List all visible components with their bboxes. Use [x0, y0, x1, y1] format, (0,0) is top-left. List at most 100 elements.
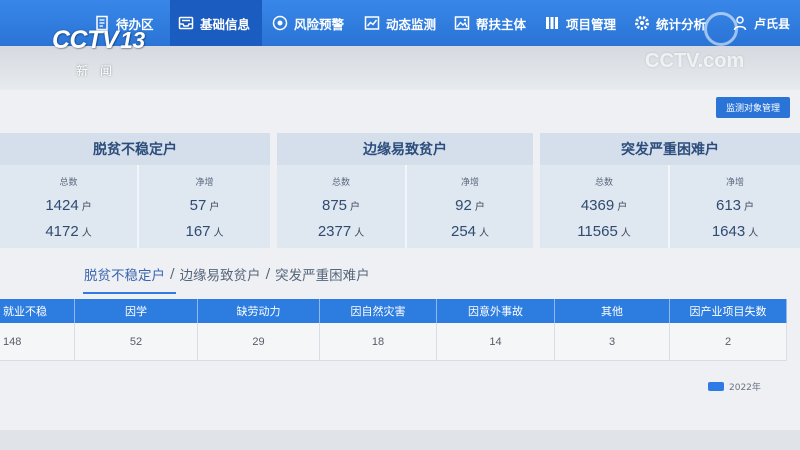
cause-table: 就业不稳 因学 缺劳动力 因自然灾害 因意外事故 其他 因产业项目失数 148 … — [0, 299, 787, 361]
panel-title: 边缘易致贫户 — [277, 133, 533, 165]
total-persons: 11565 人 — [540, 221, 668, 240]
value: 92 — [455, 197, 472, 214]
nav-label: 动态监测 — [386, 16, 437, 32]
total-column: 总数 1424 户 4172 人 — [0, 165, 137, 248]
net-persons: 254 人 — [407, 221, 533, 240]
total-label: 总数 — [594, 178, 613, 188]
column-header: 因产业项目失数 — [670, 299, 787, 323]
value: 2377 — [317, 223, 352, 240]
table-cell: 18 — [320, 323, 437, 361]
value: 1643 — [711, 223, 746, 240]
value: 1424 — [45, 197, 79, 214]
unit: 户 — [474, 202, 485, 213]
unit: 人 — [213, 228, 224, 239]
channel-number: 13 — [120, 27, 145, 53]
panel-body: 总数 4369 户 11565 人 净增 613 户 1643 人 — [540, 165, 800, 248]
column-header: 因意外事故 — [437, 299, 555, 323]
net-persons: 1643 人 — [670, 221, 800, 240]
unit: 户 — [81, 202, 92, 213]
column-header: 其他 — [555, 299, 670, 323]
panel-title: 突发严重困难户 — [540, 133, 800, 165]
summary-panel-unstable: 脱贫不稳定户 总数 1424 户 4172 人 净增 57 户 167 人 — [0, 133, 270, 248]
warning-icon — [272, 15, 288, 31]
table-cell: 14 — [437, 323, 555, 361]
value: 167 — [185, 223, 211, 240]
unit: 户 — [617, 202, 628, 213]
total-column: 总数 4369 户 11565 人 — [540, 165, 668, 248]
nav-item-basic-info[interactable]: 基础信息 — [170, 0, 262, 46]
legend-label: 2022年 — [729, 383, 761, 393]
summary-panel-sudden: 突发严重困难户 总数 4369 户 11565 人 净增 613 户 1643 人 — [540, 133, 800, 248]
tab-sudden[interactable]: 突发严重困难户 — [275, 264, 370, 284]
net-column: 净增 613 户 1643 人 — [668, 165, 800, 248]
site-logo-mark — [704, 12, 738, 46]
nav-item-dynamic-monitor[interactable]: 动态监测 — [356, 0, 446, 46]
net-households: 92 户 — [407, 195, 533, 214]
unit: 户 — [350, 202, 361, 213]
channel-logo-text: CCTV — [52, 26, 119, 54]
channel-logo: CCTV13 — [52, 26, 145, 55]
value: 57 — [189, 197, 207, 214]
total-households: 875 户 — [277, 195, 405, 214]
unit: 户 — [744, 202, 755, 213]
value: 875 — [321, 197, 348, 214]
image-icon — [454, 16, 470, 30]
tab-edge[interactable]: 边缘易致贫户 — [180, 264, 261, 284]
tab-separator: / — [170, 266, 175, 282]
nav-label: 统计分析 — [656, 16, 707, 32]
total-persons: 2377 人 — [277, 221, 405, 240]
value: 254 — [450, 223, 477, 240]
unit: 人 — [748, 228, 759, 239]
table-cell: 148 — [0, 323, 75, 361]
total-label: 总数 — [331, 178, 350, 188]
column-header: 因学 — [75, 299, 198, 323]
column-header: 缺劳动力 — [198, 299, 320, 323]
total-label: 总数 — [59, 178, 78, 188]
total-households: 4369 户 — [540, 195, 668, 214]
nav-label: 项目管理 — [566, 16, 617, 32]
value: 11565 — [577, 223, 618, 240]
unit: 人 — [81, 228, 92, 239]
value: 4369 — [580, 197, 615, 214]
inbox-icon — [178, 16, 194, 30]
bars-icon — [546, 17, 558, 29]
table-header-row: 就业不稳 因学 缺劳动力 因自然灾害 因意外事故 其他 因产业项目失数 — [0, 299, 787, 323]
total-column: 总数 875 户 2377 人 — [277, 165, 405, 248]
panel-body: 总数 875 户 2377 人 净增 92 户 254 人 — [277, 165, 533, 248]
unit: 人 — [479, 228, 490, 239]
column-header: 就业不稳 — [0, 299, 75, 323]
unit: 户 — [209, 202, 220, 213]
active-tab-underline — [83, 292, 176, 294]
nav-item-project-management[interactable]: 项目管理 — [536, 0, 626, 46]
nav-item-support-subject[interactable]: 帮扶主体 — [446, 0, 536, 46]
channel-name: 新闻 — [76, 64, 125, 78]
panel-body: 总数 1424 户 4172 人 净增 57 户 167 人 — [0, 165, 270, 248]
nav-item-risk-warning[interactable]: 风险预警 — [264, 0, 354, 46]
tab-separator: / — [265, 266, 271, 282]
value: 613 — [715, 197, 742, 214]
nav-label: 基础信息 — [200, 16, 251, 32]
chart-icon — [364, 16, 380, 30]
net-label: 净增 — [725, 178, 744, 188]
table-cell: 2 — [670, 323, 787, 361]
net-persons: 167 人 — [139, 221, 270, 240]
legend-swatch — [708, 382, 724, 391]
column-header: 因自然灾害 — [320, 299, 437, 323]
net-households: 613 户 — [670, 195, 800, 214]
category-tabs: 脱贫不稳定户 / 边缘易致贫户 / 突发严重困难户 — [84, 264, 370, 284]
nav-label: 帮扶主体 — [476, 16, 527, 32]
summary-panel-edge: 边缘易致贫户 总数 875 户 2377 人 净增 92 户 254 人 — [277, 133, 533, 248]
unit: 人 — [620, 228, 631, 239]
nav-label: 风险预警 — [294, 16, 345, 32]
tab-unstable[interactable]: 脱贫不稳定户 — [84, 264, 165, 284]
user-name: 卢氏县 — [754, 16, 791, 31]
total-persons: 4172 人 — [0, 221, 137, 240]
panel-title: 脱贫不稳定户 — [0, 133, 270, 165]
table-row: 148 52 29 18 14 3 2 — [0, 323, 787, 361]
total-households: 1424 户 — [0, 195, 137, 214]
net-column: 净增 92 户 254 人 — [405, 165, 533, 248]
monitor-object-manage-button[interactable]: 监测对象管理 — [716, 97, 790, 118]
net-label: 净增 — [195, 178, 214, 188]
table-cell: 3 — [555, 323, 670, 361]
chart-legend[interactable]: 2022年 — [708, 380, 761, 393]
